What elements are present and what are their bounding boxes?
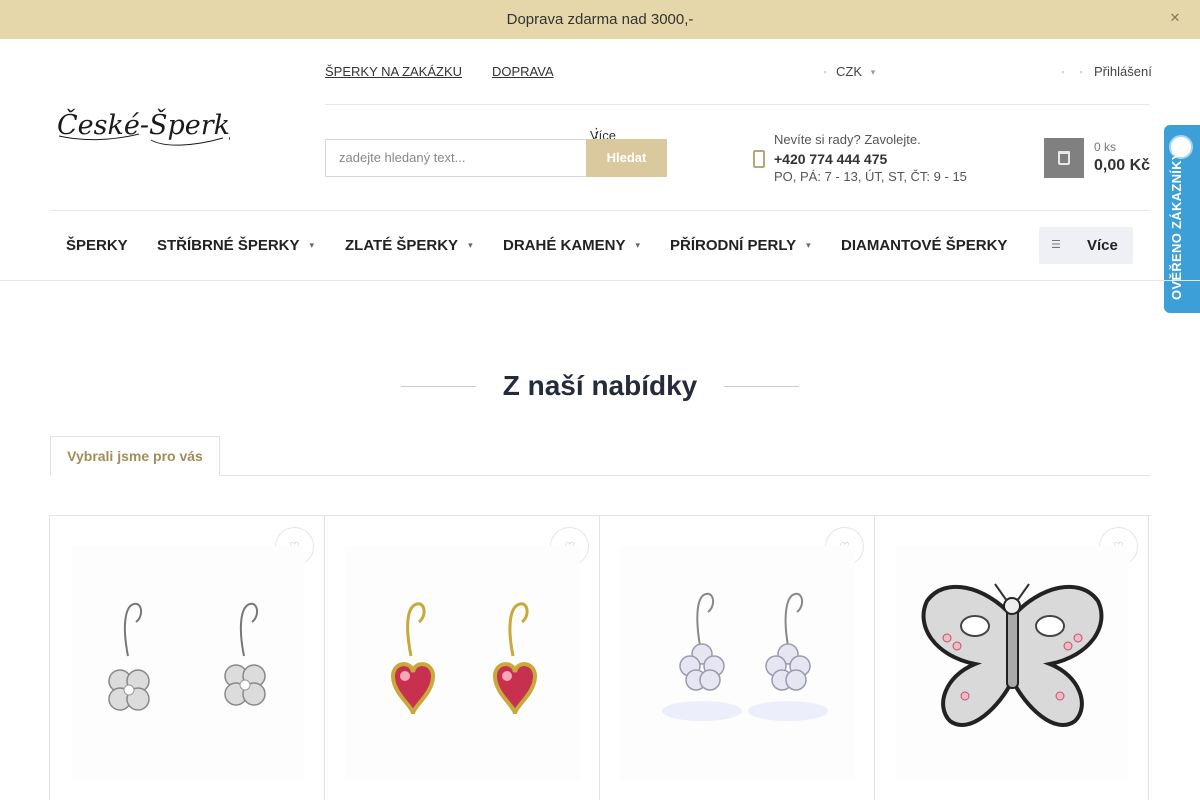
cart-button[interactable] bbox=[1044, 138, 1084, 178]
currency-selector[interactable]: ◦ CZK ▾ bbox=[820, 64, 878, 79]
nav-item-gems[interactable]: DRAHÉ KAMENY ▾ bbox=[503, 237, 640, 254]
product-card[interactable]: ♡ bbox=[874, 516, 1149, 800]
nav-item-label: ZLATÉ ŠPERKY bbox=[345, 237, 459, 254]
product-card[interactable]: ♡ bbox=[599, 516, 874, 800]
gold-ruby-heart-earrings-image bbox=[345, 546, 580, 781]
nav-item-label: ŠPERKY bbox=[66, 237, 128, 254]
close-icon[interactable]: ✕ bbox=[1168, 11, 1182, 25]
chevron-down-icon: ▾ bbox=[635, 240, 641, 250]
account-area: ◦ ◦ Přihlášení bbox=[1058, 64, 1152, 79]
contact-question: Nevíte si rady? Zavolejte. bbox=[774, 132, 921, 147]
product-image[interactable] bbox=[620, 546, 855, 781]
menu-icon: ☰ bbox=[1051, 239, 1061, 251]
chevron-down-icon: ▾ bbox=[870, 66, 876, 77]
promo-message: Doprava zdarma nad 3000,- bbox=[506, 11, 694, 28]
nav-item-jewelry[interactable]: ŠPERKY bbox=[66, 237, 128, 254]
nav-item-silver[interactable]: STŘÍBRNÉ ŠPERKY ▾ bbox=[157, 237, 314, 254]
silver-clover-earrings-image bbox=[70, 546, 305, 781]
nav-item-diamonds[interactable]: DIAMANTOVÉ ŠPERKY bbox=[841, 237, 1007, 254]
product-image[interactable] bbox=[345, 546, 580, 781]
nav-item-label: DRAHÉ KAMENY bbox=[503, 237, 626, 254]
silver-butterfly-pendant-image bbox=[895, 546, 1130, 781]
contact-phone[interactable]: +420 774 444 475 bbox=[774, 150, 967, 169]
tab-selected-for-you[interactable]: Vybrali jsme pro vás bbox=[50, 436, 220, 476]
cart-count[interactable]: 0 ks bbox=[1094, 140, 1116, 154]
currency-value: CZK bbox=[836, 64, 862, 79]
svg-text:České-Šperky: České-Šperky bbox=[57, 107, 230, 141]
link-custom-jewelry[interactable]: ŠPERKY NA ZAKÁZKU bbox=[325, 64, 462, 79]
chevron-down-icon: ▾ bbox=[806, 240, 811, 250]
nav-more-button[interactable]: ☰ Více bbox=[1039, 227, 1133, 264]
nav-item-label: STŘÍBRNÉ ŠPERKY bbox=[157, 237, 300, 254]
link-shipping[interactable]: DOPRAVA bbox=[492, 64, 554, 79]
verified-badge-label: OVĚŘENO ZÁKAZNÍKY bbox=[1169, 151, 1184, 300]
search-input[interactable]: zadejte hledaný text... bbox=[325, 139, 586, 177]
login-link[interactable]: Přihlášení bbox=[1094, 64, 1152, 79]
phone-icon bbox=[753, 150, 765, 168]
silver-crystal-flower-earrings-image bbox=[620, 546, 855, 781]
chevron-down-icon: ▾ bbox=[309, 240, 315, 250]
logo-script-image: České-Šperky bbox=[57, 107, 246, 146]
product-image[interactable] bbox=[70, 546, 305, 781]
lock-icon: ◦ bbox=[1079, 66, 1083, 77]
section-title: Z naší nabídky bbox=[502, 370, 698, 401]
user-icon[interactable]: ◦ bbox=[1058, 67, 1068, 77]
nav-item-label: DIAMANTOVÉ ŠPERKY bbox=[841, 237, 1008, 254]
nav-item-pearls[interactable]: PŘÍRODNÍ PERLY ▾ bbox=[670, 237, 811, 254]
nav-item-label: PŘÍRODNÍ PERLY bbox=[670, 237, 797, 254]
main-nav: ŠPERKY STŘÍBRNÉ ŠPERKY ▾ ZLATÉ ŠPERKY ▾ … bbox=[50, 211, 1150, 280]
contact-hours: PO, PÁ: 7 - 13, ÚT, ST, ČT: 9 - 15 bbox=[774, 169, 967, 184]
cart-total[interactable]: 0,00 Kč bbox=[1094, 157, 1150, 175]
search-button[interactable]: Hledat bbox=[586, 139, 667, 177]
currency-icon: ◦ bbox=[823, 66, 827, 77]
nav-more-label: Více bbox=[1087, 237, 1118, 254]
contact-info: Nevíte si rady? Zavolejte. +420 774 444 … bbox=[774, 131, 967, 187]
verified-badge[interactable]: OVĚŘENO ZÁKAZNÍKY bbox=[1164, 125, 1200, 313]
product-grid: ♡ ♡ bbox=[49, 515, 1151, 800]
nav-divider-bottom bbox=[0, 280, 1200, 281]
product-image[interactable] bbox=[895, 546, 1130, 781]
site-logo[interactable]: České-Šperky bbox=[55, 96, 246, 154]
product-card[interactable]: ♡ bbox=[324, 516, 599, 800]
chevron-down-icon: ▾ bbox=[468, 240, 473, 250]
header-divider bbox=[325, 104, 1150, 105]
nav-item-gold[interactable]: ZLATÉ ŠPERKY ▾ bbox=[345, 237, 473, 254]
cart-icon bbox=[1058, 151, 1070, 165]
promo-bar: Doprava zdarma nad 3000,- ✕ bbox=[0, 0, 1200, 39]
title-rule-right bbox=[724, 386, 799, 387]
product-card[interactable]: ♡ bbox=[49, 516, 324, 800]
